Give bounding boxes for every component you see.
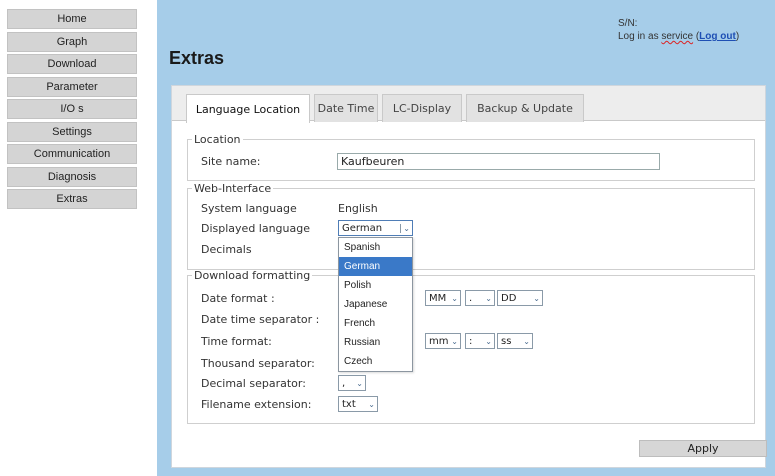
site-name-input[interactable] bbox=[337, 153, 660, 170]
tab-backup-update[interactable]: Backup & Update bbox=[466, 94, 584, 122]
time-format-separator-value: : bbox=[469, 335, 473, 347]
chevron-down-icon: ⌄ bbox=[523, 336, 530, 346]
web-interface-legend: Web-Interface bbox=[194, 182, 272, 195]
sidebar-nav: Home Graph Download Parameter I/O s Sett… bbox=[7, 9, 137, 212]
date-time-separator-label: Date time separator : bbox=[201, 313, 320, 326]
login-status: S/N: Log in as service (Log out) bbox=[618, 17, 739, 43]
system-language-label: System language bbox=[201, 202, 297, 215]
date-format-label: Date format : bbox=[201, 292, 275, 305]
displayed-language-value: German bbox=[342, 222, 383, 234]
language-option-japanese[interactable]: Japanese bbox=[339, 295, 412, 314]
nav-item-diagnosis[interactable]: Diagnosis bbox=[7, 166, 137, 187]
language-option-french[interactable]: French bbox=[339, 314, 412, 333]
login-prefix: Log in as bbox=[618, 31, 662, 42]
chevron-down-icon: ⌄ bbox=[485, 336, 492, 346]
language-option-russian[interactable]: Russian bbox=[339, 333, 412, 352]
chevron-down-icon: ⌄ bbox=[368, 399, 375, 409]
date-format-part2-select[interactable]: MM ⌄ bbox=[425, 290, 461, 306]
location-legend: Location bbox=[194, 133, 241, 146]
decimal-separator-select[interactable]: , ⌄ bbox=[338, 375, 366, 391]
time-format-part2-value: mm bbox=[429, 335, 449, 347]
language-option-german[interactable]: German bbox=[339, 257, 412, 276]
settings-card: Language Location Date Time LC-Display B… bbox=[171, 85, 767, 468]
displayed-language-select[interactable]: German ⌄ bbox=[338, 220, 413, 236]
chevron-down-icon: ⌄ bbox=[356, 378, 363, 388]
tab-lc-display[interactable]: LC-Display bbox=[382, 94, 462, 122]
language-option-polish[interactable]: Polish bbox=[339, 276, 412, 295]
nav-item-ios[interactable]: I/O s bbox=[7, 99, 137, 119]
time-format-part3-value: ss bbox=[501, 335, 512, 347]
nav-item-parameter[interactable]: Parameter bbox=[7, 76, 137, 97]
apply-button[interactable]: Apply bbox=[639, 440, 767, 457]
serial-number-label: S/N: bbox=[618, 18, 638, 29]
tab-bar: Language Location Date Time LC-Display B… bbox=[172, 86, 765, 123]
login-close-paren: ) bbox=[735, 31, 740, 42]
chevron-down-icon: ⌄ bbox=[451, 293, 458, 303]
system-language-value: English bbox=[338, 202, 378, 215]
time-format-separator-select[interactable]: : ⌄ bbox=[465, 333, 495, 349]
decimal-separator-value: , bbox=[342, 377, 346, 389]
date-format-part3-value: DD bbox=[501, 292, 517, 304]
displayed-language-options: Spanish German Polish Japanese French Ru… bbox=[338, 237, 413, 372]
filename-extension-select[interactable]: txt ⌄ bbox=[338, 396, 378, 412]
chevron-down-icon: ⌄ bbox=[533, 293, 540, 303]
time-format-part3-select[interactable]: ss ⌄ bbox=[497, 333, 533, 349]
nav-item-settings[interactable]: Settings bbox=[7, 121, 137, 142]
page-title: Extras bbox=[169, 48, 225, 68]
date-format-part3-select[interactable]: DD ⌄ bbox=[497, 290, 543, 306]
nav-item-download[interactable]: Download bbox=[7, 54, 137, 74]
date-format-separator-value: . bbox=[469, 292, 473, 304]
site-name-label: Site name: bbox=[201, 155, 261, 168]
time-format-part2-select[interactable]: mm ⌄ bbox=[425, 333, 461, 349]
download-formatting-legend: Download formatting bbox=[194, 269, 311, 282]
thousand-separator-label: Thousand separator: bbox=[201, 357, 315, 370]
date-format-part2-value: MM bbox=[429, 292, 447, 304]
nav-item-home[interactable]: Home bbox=[7, 9, 137, 29]
filename-extension-value: txt bbox=[342, 398, 356, 410]
decimal-separator-label: Decimal separator: bbox=[201, 377, 306, 390]
main-panel: S/N: Log in as service (Log out) Extras … bbox=[157, 0, 775, 476]
tab-language-location[interactable]: Language Location bbox=[186, 94, 310, 123]
language-option-czech[interactable]: Czech bbox=[339, 352, 412, 371]
time-format-label: Time format: bbox=[201, 335, 272, 348]
language-option-spanish[interactable]: Spanish bbox=[339, 238, 412, 257]
login-line: Log in as service (Log out) bbox=[618, 30, 739, 43]
decimals-label: Decimals bbox=[201, 243, 252, 256]
nav-item-communication[interactable]: Communication bbox=[7, 144, 137, 164]
date-format-separator-select[interactable]: . ⌄ bbox=[465, 290, 495, 306]
nav-item-extras[interactable]: Extras bbox=[7, 189, 137, 209]
filename-extension-label: Filename extension: bbox=[201, 398, 312, 411]
chevron-down-icon: ⌄ bbox=[451, 336, 458, 346]
nav-item-graph[interactable]: Graph bbox=[7, 31, 137, 52]
chevron-down-icon: ⌄ bbox=[485, 293, 492, 303]
chevron-down-icon: ⌄ bbox=[400, 223, 410, 233]
displayed-language-label: Displayed language bbox=[201, 222, 311, 235]
tab-date-time[interactable]: Date Time bbox=[314, 94, 378, 122]
login-user: service bbox=[661, 31, 694, 42]
logout-link[interactable]: Log out bbox=[699, 31, 736, 42]
